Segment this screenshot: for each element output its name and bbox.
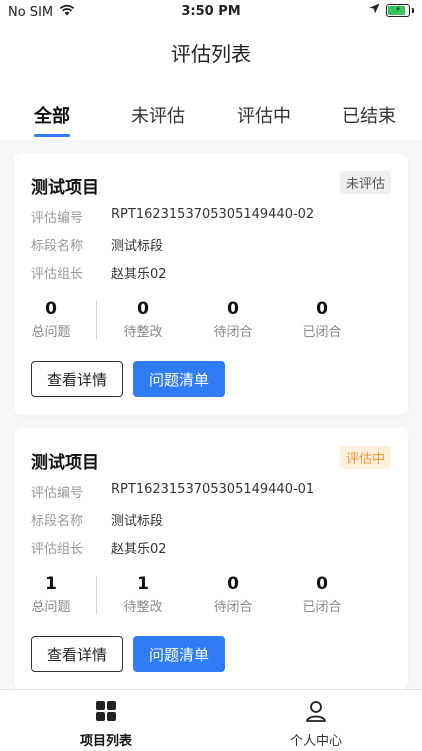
tabbar-item-project-list[interactable]: 项目列表	[36, 700, 176, 749]
status-right: ⚡	[369, 3, 414, 18]
tab-label: 全部	[34, 106, 70, 127]
issue-stats: 1 总问题 1 待整改 0 待闭合 0 已闭合	[11, 574, 408, 615]
tabbar-label: 项目列表	[79, 734, 132, 749]
field-label: 评估组长	[31, 542, 84, 557]
view-details-button[interactable]: 查看详情	[31, 636, 123, 672]
field-value: 测试标段	[111, 514, 164, 529]
stat-value: 1	[137, 574, 149, 594]
status-bar: No SIM 3:50 PM ⚡	[0, 0, 422, 24]
bottom-tab-bar: 项目列表 个人中心	[0, 689, 422, 751]
battery-cap	[412, 8, 414, 13]
field-value: RPT1623153705305149440-02	[111, 207, 315, 222]
stat-label: 待闭合	[213, 325, 253, 340]
stat-value: 1	[45, 574, 57, 594]
field-team-leader: 评估组长 赵其乐02	[31, 263, 167, 282]
tab-label: 评估中	[237, 106, 291, 127]
header: 评估列表 全部 未评估 评估中 已结束	[0, 24, 422, 140]
field-team-leader: 评估组长 赵其乐02	[31, 538, 167, 557]
evaluation-card: 测试项目 未评估 评估编号 RPT1623153705305149440-02 …	[14, 153, 408, 415]
tab-all[interactable]: 全部	[24, 102, 80, 137]
tab-label: 已结束	[342, 106, 396, 127]
stat-label: 待整改	[123, 325, 163, 340]
field-label: 标段名称	[31, 239, 84, 254]
stat-value: 0	[137, 299, 149, 319]
status-badge: 评估中	[339, 446, 391, 469]
grid-icon	[95, 701, 117, 726]
field-value: 赵其乐02	[111, 542, 167, 557]
field-value: RPT1623153705305149440-01	[111, 482, 315, 497]
field-section-name: 标段名称 测试标段	[31, 510, 163, 529]
evaluation-card: 测试项目 评估中 评估编号 RPT1623153705305149440-01 …	[14, 428, 408, 690]
filter-tabs: 全部 未评估 评估中 已结束	[0, 102, 422, 140]
field-label: 评估组长	[31, 267, 84, 282]
issue-list-button[interactable]: 问题清单	[133, 636, 225, 672]
battery-icon: ⚡	[386, 4, 410, 17]
issue-stats: 0 总问题 0 待整改 0 待闭合 0 已闭合	[11, 299, 408, 340]
stat-pending-rectify: 1 待整改	[103, 574, 183, 615]
stat-divider	[96, 301, 97, 339]
stat-divider	[96, 576, 97, 614]
stat-pending-close: 0 待闭合	[193, 299, 273, 340]
field-report-number: 评估编号 RPT1623153705305149440-01	[31, 482, 314, 501]
card-title: 测试项目	[31, 178, 99, 198]
tab-label: 未评估	[131, 106, 185, 127]
tab-active-underline	[34, 134, 70, 137]
field-report-number: 评估编号 RPT1623153705305149440-02	[31, 207, 314, 226]
person-icon	[305, 701, 327, 726]
field-value: 赵其乐02	[111, 267, 167, 282]
field-label: 标段名称	[31, 514, 84, 529]
stat-label: 待整改	[123, 600, 163, 615]
stat-pending-rectify: 0 待整改	[103, 299, 183, 340]
page-title: 评估列表	[171, 42, 251, 66]
location-arrow-icon	[369, 3, 380, 18]
status-time: 3:50 PM	[181, 4, 241, 19]
stat-label: 待闭合	[213, 600, 253, 615]
stat-value: 0	[45, 299, 57, 319]
stat-label: 总问题	[31, 325, 71, 340]
field-value: 测试标段	[111, 239, 164, 254]
stat-total-issues: 1 总问题	[11, 574, 91, 615]
stat-closed: 0 已闭合	[282, 574, 362, 615]
field-label: 评估编号	[31, 211, 84, 226]
stat-label: 已闭合	[302, 600, 342, 615]
tabbar-item-personal-center[interactable]: 个人中心	[246, 700, 386, 749]
tabbar-label: 个人中心	[289, 734, 342, 749]
issue-list-button[interactable]: 问题清单	[133, 361, 225, 397]
card-title: 测试项目	[31, 453, 99, 473]
field-label: 评估编号	[31, 486, 84, 501]
view-details-button[interactable]: 查看详情	[31, 361, 123, 397]
stat-closed: 0 已闭合	[282, 299, 362, 340]
stat-label: 总问题	[31, 600, 71, 615]
stat-label: 已闭合	[302, 325, 342, 340]
stat-value: 0	[316, 299, 328, 319]
tab-finished[interactable]: 已结束	[337, 102, 401, 128]
field-section-name: 标段名称 测试标段	[31, 235, 163, 254]
stat-total-issues: 0 总问题	[11, 299, 91, 340]
tab-evaluating[interactable]: 评估中	[232, 102, 296, 128]
status-badge: 未评估	[339, 171, 391, 194]
stat-pending-close: 0 待闭合	[193, 574, 273, 615]
stat-value: 0	[227, 574, 239, 594]
stat-value: 0	[316, 574, 328, 594]
tab-not-evaluated[interactable]: 未评估	[126, 102, 190, 128]
stat-value: 0	[227, 299, 239, 319]
